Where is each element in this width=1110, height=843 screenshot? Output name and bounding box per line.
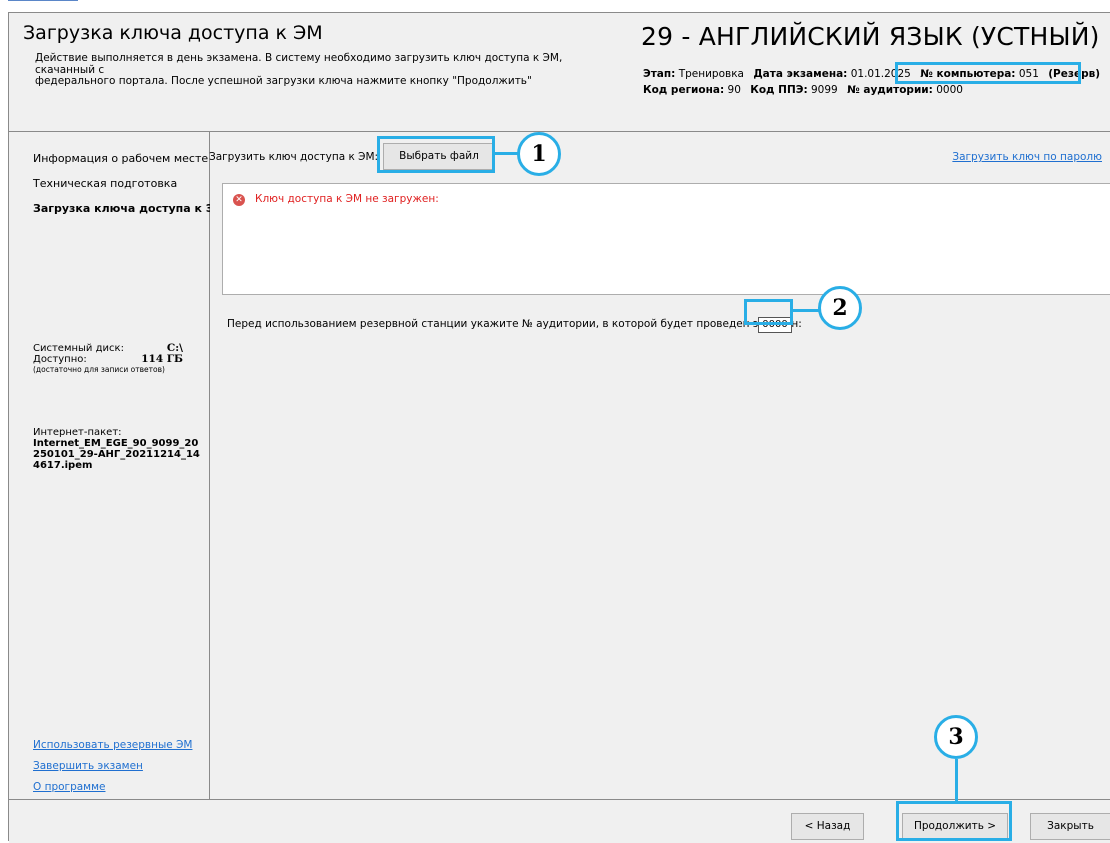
package-info: Интернет-пакет: Internet_EM_EGE_90_9099_…: [33, 427, 203, 471]
callout-badge-3: 3: [934, 715, 978, 759]
page-title: Загрузка ключа доступа к ЭМ: [23, 22, 323, 44]
room-value: 0000: [936, 84, 963, 96]
region-value: 90: [727, 84, 741, 96]
error-message: Ключ доступа к ЭМ не загружен:: [255, 193, 439, 205]
highlight-computer-number: [895, 62, 1081, 84]
status-message-box: ✕ Ключ доступа к ЭМ не загружен:: [222, 183, 1110, 295]
highlight-auditorium-input: [744, 299, 793, 325]
sidebar: Информация о рабочем месте Техническая п…: [9, 132, 225, 799]
date-label: Дата экзамена:: [753, 68, 848, 80]
stage-value: Тренировка: [678, 68, 744, 80]
highlight-choose-file: [377, 136, 495, 173]
main-content: Загрузить ключ доступа к ЭМ: Выбрать фай…: [209, 132, 1110, 799]
error-circle-icon: ✕: [233, 194, 245, 206]
finish-exam-link[interactable]: Завершить экзамен: [33, 760, 143, 772]
about-link[interactable]: О программе: [33, 781, 105, 793]
room-label: № аудитории:: [847, 84, 933, 96]
auditorium-prompt: Перед использованием резервной станции у…: [227, 318, 802, 330]
page-description: Действие выполняется в день экзамена. В …: [35, 52, 563, 87]
package-name: Internet_EM_EGE_90_9099_20250101_29-АНГ_…: [33, 438, 200, 471]
callout-line-2: [793, 309, 819, 312]
callout-line-1: [495, 152, 518, 155]
callout-line-3: [955, 759, 958, 802]
exam-title: 29 - АНГЛИЙСКИЙ ЯЗЫК (УСТНЫЙ): [641, 22, 1100, 51]
callout-badge-1: 1: [517, 132, 561, 176]
free-value: 114 ГБ: [141, 353, 183, 365]
ppe-value: 9099: [811, 84, 838, 96]
free-label: Доступно:: [33, 354, 87, 365]
ppe-label: Код ППЭ:: [750, 84, 808, 96]
package-label: Интернет-пакет:: [33, 427, 122, 438]
exam-meta-row-2: Код региона: 90 Код ППЭ: 9099 № аудитори…: [643, 84, 969, 96]
region-label: Код региона:: [643, 84, 725, 96]
key-upload-label: Загрузить ключ доступа к ЭМ:: [209, 151, 379, 163]
callout-badge-2: 2: [818, 286, 862, 330]
sidebar-item-tech-prep[interactable]: Техническая подготовка: [33, 177, 177, 190]
disk-label: Системный диск:: [33, 343, 124, 354]
sidebar-item-key-upload[interactable]: Загрузка ключа доступа к ЭМ: [33, 202, 225, 215]
highlight-continue-button: [896, 801, 1012, 841]
disk-info: Системный диск: C:\ Доступно: 114 ГБ (дост…: [33, 343, 183, 375]
use-reserve-em-link[interactable]: Использовать резервные ЭМ: [33, 739, 192, 751]
stage-label: Этап:: [643, 68, 676, 80]
close-button[interactable]: Закрыть: [1030, 813, 1110, 840]
top-accent-line: [8, 0, 78, 1]
back-button[interactable]: < Назад: [791, 813, 864, 840]
load-by-password-link[interactable]: Загрузить ключ по паролю: [952, 151, 1102, 163]
sidebar-item-workplace-info[interactable]: Информация о рабочем месте: [33, 152, 208, 165]
free-note: (достаточно для записи ответов): [33, 365, 165, 374]
